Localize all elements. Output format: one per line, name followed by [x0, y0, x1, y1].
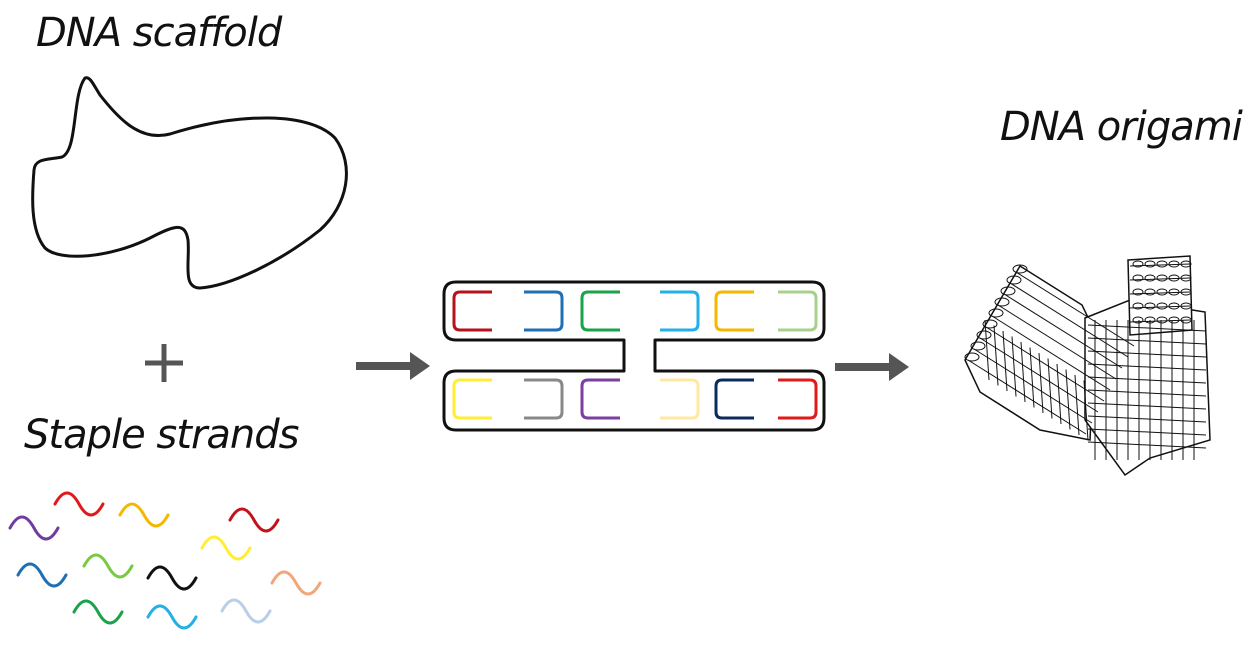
scaffold-loop — [31, 76, 348, 290]
staple-wave-10 — [72, 599, 124, 625]
staple-wave-4 — [228, 507, 280, 533]
dna-origami-diagram — [8, 76, 1211, 630]
staple-wave-6 — [16, 562, 68, 588]
right-arrow-icon — [835, 353, 909, 381]
right-arrow-icon — [356, 352, 430, 380]
staple-wave-7 — [82, 553, 134, 579]
plus-icon — [145, 344, 183, 382]
staple-wave-3 — [118, 502, 170, 528]
staple-wave-8 — [146, 565, 198, 591]
staple-wave-1 — [8, 515, 60, 541]
staple-wave-11 — [146, 604, 198, 630]
folded-scaffold-outline — [442, 280, 826, 432]
staple-wave-12 — [220, 598, 272, 624]
staple-wave-5 — [200, 535, 252, 561]
staple-wave-2 — [53, 491, 105, 517]
free-staple-strands — [8, 491, 322, 630]
staple-wave-9 — [270, 570, 322, 596]
dna-origami-structure — [964, 255, 1211, 477]
